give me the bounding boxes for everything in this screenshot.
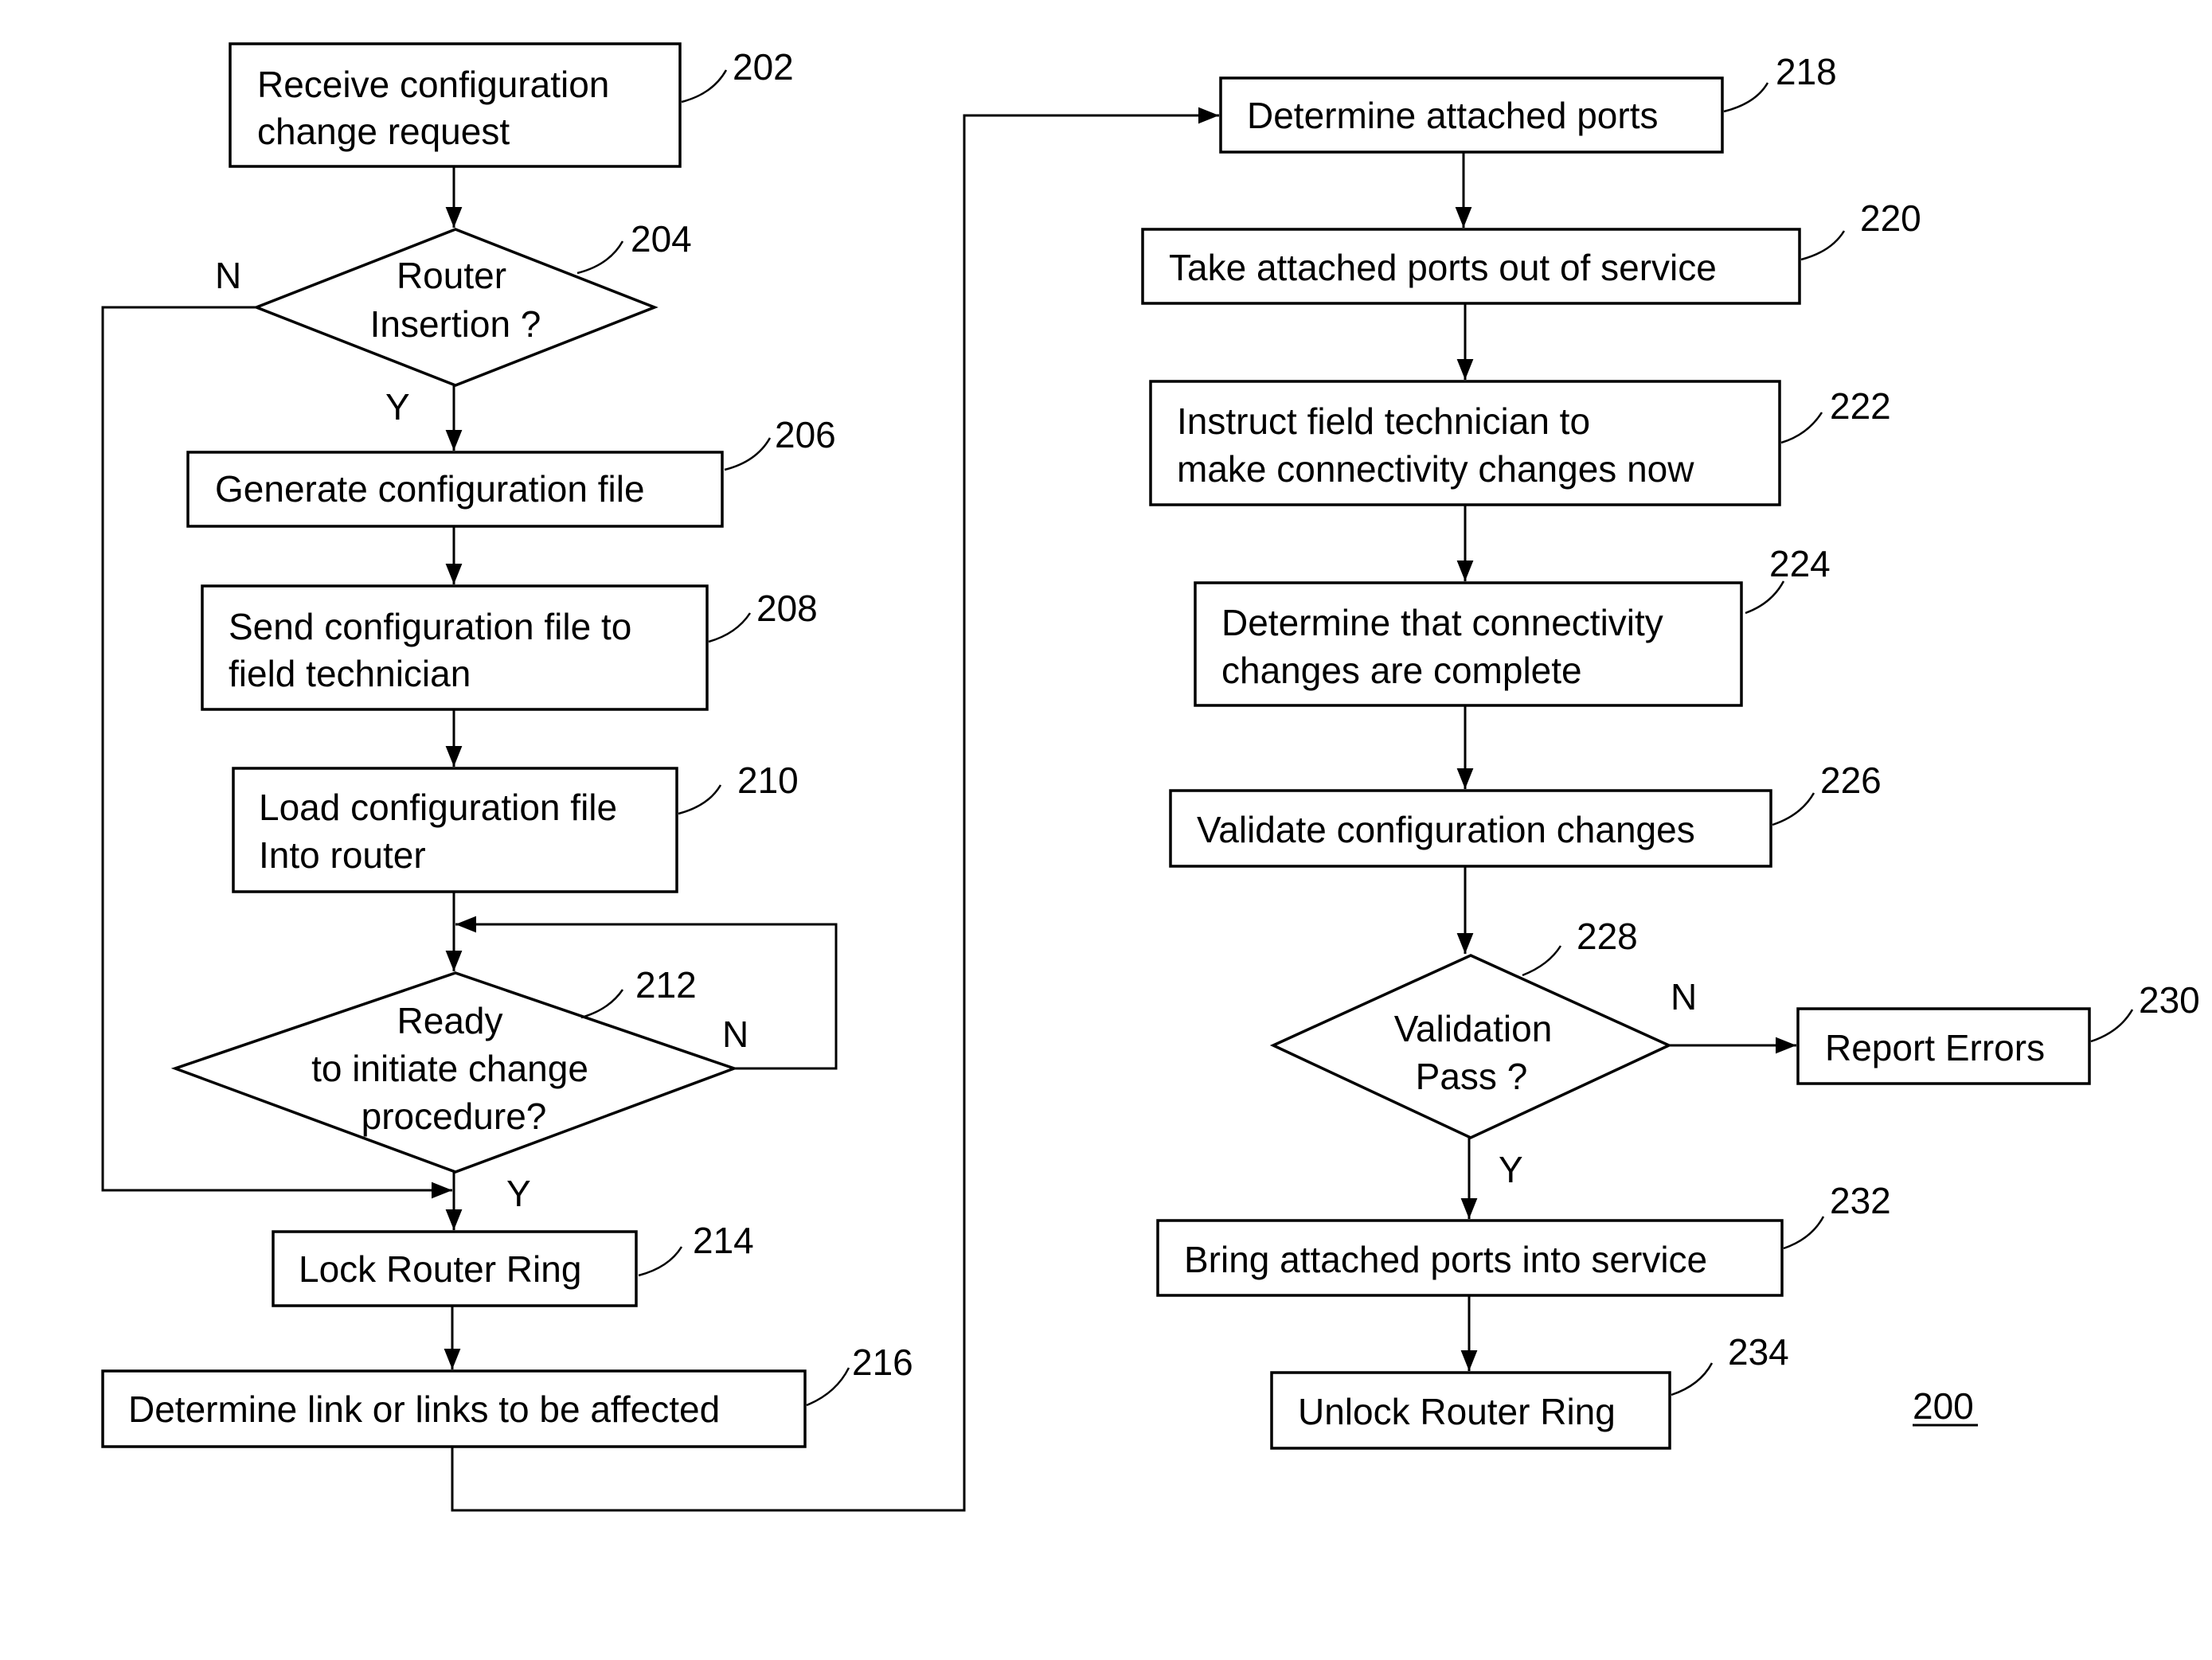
ref-leader [1772,792,1815,826]
node-text: Send configuration file to [229,606,631,647]
ref-leader [724,437,772,471]
ref-number: 228 [1577,916,1638,957]
ref-leader [580,989,624,1019]
ref-leader [681,69,728,104]
node-text: procedure? [362,1096,547,1137]
process-222: Instruct field technician to make connec… [1149,380,1891,506]
ref-number: 214 [693,1220,754,1261]
ref-leader [1723,82,1769,113]
ref-leader [1745,580,1785,615]
process-232: Bring attached ports into service 232 [1156,1180,1891,1297]
node-text: Into router [259,834,426,876]
process-216: Determine link or links to be affected 2… [101,1342,913,1448]
branch-label-yes: Y [506,1173,531,1214]
ref-number: 208 [756,588,818,629]
ref-leader [806,1367,850,1407]
process-220: Take attached ports out of service 220 [1141,197,1921,305]
ref-number: 218 [1776,51,1837,92]
node-text: Unlock Router Ring [1298,1391,1616,1432]
node-text: Load configuration file [259,787,617,828]
ref-leader [708,612,752,643]
node-text: to initiate change [311,1048,588,1089]
ref-leader [576,240,624,275]
process-234: Unlock Router Ring 234 [1270,1331,1789,1450]
ref-number: 202 [733,46,794,88]
node-text: Report Errors [1825,1027,2045,1068]
node-text: Determine that connectivity [1221,602,1663,643]
node-text: field technician [229,653,471,694]
figure-number-text: 200 [1913,1385,1974,1427]
ref-leader [1671,1362,1714,1396]
figure-number: 200 [1913,1385,1978,1427]
ref-number: 220 [1860,197,1921,239]
node-text: Receive configuration [257,64,609,105]
ref-number: 206 [775,414,836,455]
ref-leader [638,1246,683,1277]
node-text: Instruct field technician to [1177,400,1590,442]
ref-number: 234 [1728,1331,1789,1373]
ref-number: 216 [852,1342,913,1383]
process-230: Report Errors 230 [1796,979,2200,1085]
ref-leader [1800,230,1846,261]
node-text: Insertion ? [370,303,541,345]
process-210: Load configuration file Into router 210 [232,760,799,893]
ref-number: 222 [1830,385,1891,427]
node-text: Pass ? [1416,1056,1528,1097]
branch-label-no: N [722,1014,748,1055]
node-text: Router [397,255,506,296]
branch-label-yes: Y [1499,1149,1523,1190]
node-text: change request [257,111,510,152]
decision-228: Validation Pass ? 228 N Y [1269,916,1697,1190]
node-text: Determine attached ports [1247,95,1659,136]
ref-number: 210 [737,760,799,801]
process-206: Generate configuration file 206 [186,414,836,528]
process-202: Receive configuration change request 202 [229,42,794,168]
ref-number: 230 [2139,979,2200,1021]
node-text: Determine link or links to be affected [128,1389,720,1430]
node-text: Generate configuration file [215,468,645,510]
ref-leader [1522,945,1562,977]
ref-leader [1780,412,1823,444]
process-218: Determine attached ports 218 [1219,51,1837,154]
ref-leader [678,784,722,815]
process-224: Determine that connectivity changes are … [1194,543,1831,707]
node-text: Validation [1394,1008,1553,1049]
ref-number: 204 [631,218,692,260]
decision-212: Ready to initiate change procedure? 212 … [170,964,748,1214]
node-text: Validate configuration changes [1197,809,1695,850]
ref-number: 212 [635,964,697,1006]
branch-label-no: N [215,255,241,296]
flowchart-canvas: Receive configuration change request 202… [101,42,2200,1512]
node-text: Take attached ports out of service [1169,247,1717,288]
ref-number: 226 [1820,760,1882,801]
branch-label-yes: Y [385,386,410,428]
node-text: Bring attached ports into service [1184,1239,1707,1280]
node-text: changes are complete [1221,650,1582,691]
ref-leader [2090,1009,2134,1043]
ref-number: 232 [1830,1180,1891,1221]
ref-leader [1783,1216,1825,1250]
ref-number: 224 [1769,543,1831,584]
node-text: make connectivity changes now [1177,448,1694,490]
process-208: Send configuration file to field technic… [201,584,818,711]
node-text: Lock Router Ring [299,1248,581,1290]
node-text: Ready [397,1000,503,1041]
branch-label-no: N [1671,976,1697,1017]
process-226: Validate configuration changes 226 [1169,760,1882,868]
process-214: Lock Router Ring 214 [272,1220,754,1307]
